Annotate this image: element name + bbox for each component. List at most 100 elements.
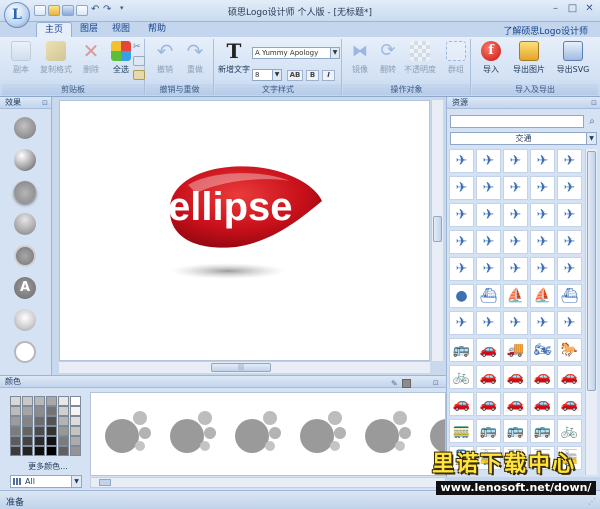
transport-icon[interactable]: 🚗	[557, 365, 582, 389]
transport-icon[interactable]: ✈	[476, 203, 501, 227]
transport-icon[interactable]: ✈	[503, 203, 528, 227]
resource-search-input[interactable]	[450, 115, 584, 128]
group-button[interactable]: 群组	[441, 41, 471, 81]
tab-help[interactable]: 帮助	[140, 22, 174, 37]
color-swatch[interactable]	[70, 416, 81, 426]
transport-icon[interactable]: ✈	[557, 149, 582, 173]
effect-text-icon[interactable]: A	[14, 277, 36, 299]
transport-icon[interactable]: ●	[449, 284, 474, 308]
transport-icon[interactable]: 🚃	[449, 419, 474, 443]
color-swatch[interactable]	[10, 396, 21, 406]
tab-view[interactable]: 视图	[104, 22, 138, 37]
color-swatch[interactable]	[22, 416, 33, 426]
transport-icon[interactable]: ✈	[530, 176, 555, 200]
transport-icon[interactable]: 🚗	[449, 392, 474, 416]
transport-icon[interactable]: 🚲	[449, 365, 474, 389]
effect-shadow-icon[interactable]	[14, 181, 36, 203]
transport-icon[interactable]: ✈	[476, 257, 501, 281]
color-swatch[interactable]	[34, 416, 45, 426]
transport-icon[interactable]: ✈	[449, 257, 474, 281]
color-swatch[interactable]	[22, 446, 33, 456]
color-swatch[interactable]	[70, 446, 81, 456]
color-style-thumbnail[interactable]	[365, 411, 415, 455]
transport-icon[interactable]: 🚚	[503, 338, 528, 362]
resize-grip-icon[interactable]: ⋰	[588, 497, 598, 507]
redo-button[interactable]: ↷ 重做	[180, 41, 210, 81]
palette-select[interactable]: All ▼	[10, 475, 82, 488]
maximize-button[interactable]: □	[566, 3, 579, 16]
transport-icon[interactable]: 🐎	[557, 338, 582, 362]
transport-icon[interactable]: ✈	[530, 257, 555, 281]
effect-bevel-icon[interactable]	[14, 117, 36, 139]
color-swatch[interactable]	[46, 396, 57, 406]
color-swatch[interactable]	[70, 406, 81, 416]
tab-home[interactable]: 主页	[36, 22, 73, 37]
transport-icon[interactable]: 🚗	[503, 365, 528, 389]
transport-icon[interactable]: ✈	[503, 149, 528, 173]
transport-icon[interactable]: 🚗	[476, 365, 501, 389]
color-style-thumbnail[interactable]	[300, 411, 350, 455]
transport-icon[interactable]: ✈	[530, 203, 555, 227]
transport-icon[interactable]: 🚲	[557, 419, 582, 443]
effect-stroke-icon[interactable]	[14, 245, 36, 267]
transport-icon[interactable]: ✈	[476, 149, 501, 173]
color-swatch[interactable]	[34, 406, 45, 416]
effect-emboss-icon[interactable]	[14, 149, 36, 171]
transport-icon[interactable]: ⛴	[476, 284, 501, 308]
transport-icon[interactable]: ✈	[449, 149, 474, 173]
transport-icon[interactable]: ✈	[557, 176, 582, 200]
color-swatch[interactable]	[70, 436, 81, 446]
italic-button[interactable]: I	[322, 70, 335, 81]
transport-icon[interactable]: 🚌	[449, 338, 474, 362]
copy-small-icon[interactable]	[133, 56, 145, 66]
color-swatch[interactable]	[58, 416, 69, 426]
transport-icon[interactable]: 🚗	[476, 338, 501, 362]
transport-icon[interactable]: ✈	[476, 230, 501, 254]
paste-icon[interactable]	[133, 70, 145, 80]
color-swatch[interactable]	[22, 436, 33, 446]
color-swatch[interactable]	[46, 426, 57, 436]
transport-icon[interactable]: ✈	[449, 203, 474, 227]
transport-icon[interactable]: ✈	[449, 176, 474, 200]
color-style-thumbnail[interactable]	[170, 411, 220, 455]
transport-icon[interactable]: ✈	[449, 230, 474, 254]
transport-icon[interactable]: 🚗	[530, 365, 555, 389]
color-swatch[interactable]	[58, 446, 69, 456]
effect-outline-icon[interactable]	[14, 341, 36, 363]
design-canvas[interactable]: ellipse	[59, 100, 430, 361]
color-swatch[interactable]	[70, 426, 81, 436]
bold-button[interactable]: B	[306, 70, 319, 81]
font-family-select[interactable]: A Yummy Apology ▼	[252, 47, 340, 59]
color-swatch[interactable]	[46, 416, 57, 426]
color-swatch[interactable]	[10, 426, 21, 436]
color-swatch[interactable]	[46, 406, 57, 416]
app-menu-button[interactable]: L	[4, 2, 30, 28]
transport-icon[interactable]: ✈	[530, 311, 555, 335]
color-swatch[interactable]	[58, 406, 69, 416]
transport-icon[interactable]: ✈	[557, 203, 582, 227]
transport-icon[interactable]: ✈	[557, 311, 582, 335]
color-swatch[interactable]	[22, 426, 33, 436]
resource-scrollbar[interactable]	[585, 149, 597, 475]
select-all-button[interactable]: 全选	[106, 41, 136, 81]
transport-icon[interactable]: ✈	[557, 230, 582, 254]
copy-button[interactable]: 副本	[6, 41, 36, 81]
transport-icon[interactable]: 🚗	[476, 392, 501, 416]
opacity-button[interactable]: 不透明度	[401, 41, 439, 81]
export-svg-button[interactable]: 导出SVG	[552, 41, 594, 81]
color-swatch[interactable]	[34, 436, 45, 446]
transport-icon[interactable]: ✈	[449, 311, 474, 335]
scroll-thumb[interactable]	[433, 216, 442, 242]
transport-icon[interactable]: ✈	[530, 230, 555, 254]
color-swatch[interactable]	[10, 446, 21, 456]
import-button[interactable]: f 导入	[476, 41, 506, 81]
style-gallery-scrollbar[interactable]	[90, 477, 446, 488]
color-swatch[interactable]	[58, 426, 69, 436]
transport-icon[interactable]: ✈	[557, 257, 582, 281]
transport-icon[interactable]: ✈	[503, 230, 528, 254]
learn-more-link[interactable]: 了解硕思Logo设计师	[503, 24, 588, 37]
color-swatch[interactable]	[58, 396, 69, 406]
transport-icon[interactable]: 🚌	[503, 419, 528, 443]
color-swatch[interactable]	[10, 436, 21, 446]
mirror-button[interactable]: ⧓ 镜像	[345, 41, 375, 81]
